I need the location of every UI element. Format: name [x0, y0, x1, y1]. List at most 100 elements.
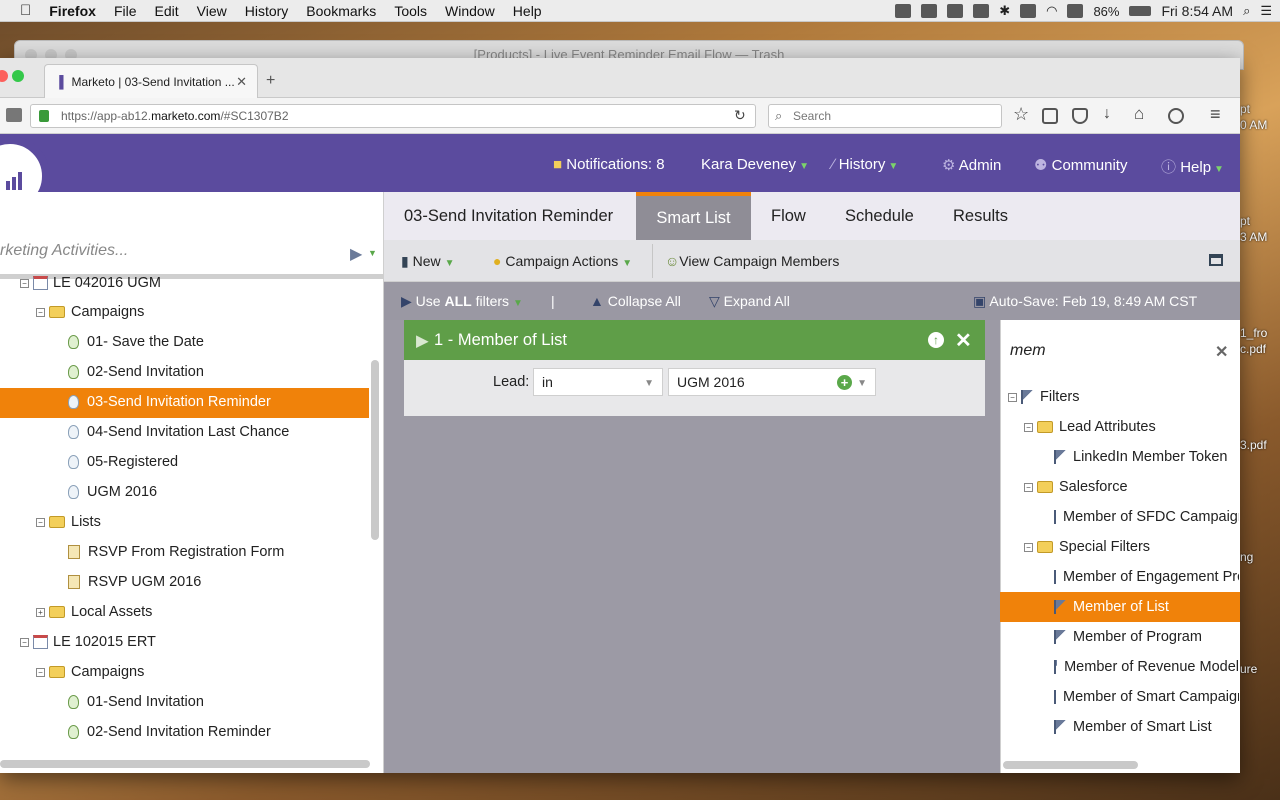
tree-item[interactable]: 01- Save the Date	[66, 327, 204, 357]
menu-help[interactable]: Help	[504, 3, 551, 19]
tree-item[interactable]: 02-Send Invitation	[66, 357, 204, 387]
palette-item[interactable]: Member of Smart Campaign	[1000, 682, 1239, 712]
wifi-icon[interactable]: ◠	[1046, 3, 1057, 19]
menu-tools[interactable]: Tools	[385, 3, 436, 19]
new-button[interactable]: ▮ New ▼	[401, 253, 455, 270]
close-tab-icon[interactable]: ✕	[236, 74, 247, 90]
battery-icon[interactable]	[1129, 6, 1152, 16]
tab-flow[interactable]: Flow	[751, 192, 826, 240]
menu-edit[interactable]: Edit	[146, 3, 188, 19]
menu-window[interactable]: Window	[436, 3, 504, 19]
zoom-window-button[interactable]	[12, 70, 24, 82]
palette-item[interactable]: Member of Revenue Model	[1000, 652, 1239, 682]
airplay-icon[interactable]	[973, 4, 990, 18]
collapse-icon[interactable]: −	[1024, 482, 1033, 492]
sidebar-horizontal-scrollbar[interactable]	[0, 760, 370, 768]
search-input[interactable]: ⌕ Search	[768, 104, 1002, 128]
pocket-icon[interactable]	[1072, 108, 1088, 124]
user-menu[interactable]: Kara Deveney ▼	[701, 156, 809, 173]
palette-item[interactable]: − Salesforce	[1000, 472, 1239, 502]
tree-item[interactable]: − LE 042016 UGM	[20, 268, 161, 298]
keyboard-icon[interactable]	[1067, 4, 1084, 18]
tree-item[interactable]: RSVP UGM 2016	[66, 567, 201, 597]
view-campaign-members-button[interactable]: ☺View Campaign Members	[665, 253, 839, 269]
palette-item[interactable]: LinkedIn Member Token	[1000, 442, 1239, 472]
tab-schedule[interactable]: Schedule	[825, 192, 934, 240]
filter-card-header[interactable]: ▶ 1 - Member of List	[404, 320, 985, 360]
close-filter-icon[interactable]: ✕	[955, 328, 972, 353]
tree-item[interactable]: 04-Send Invitation Last Chance	[66, 417, 289, 447]
bluetooth-icon[interactable]: ✱	[999, 3, 1010, 19]
tree-item[interactable]: 02-Send Invitation Reminder	[66, 717, 271, 747]
clear-search-icon[interactable]: ✕	[1215, 342, 1228, 362]
palette-item[interactable]: − Lead Attributes	[1000, 412, 1239, 442]
tree-item[interactable]: + Local Assets	[36, 597, 152, 627]
expand-all-button[interactable]: ▽ Expand All	[709, 293, 790, 310]
reader-icon[interactable]	[947, 4, 964, 18]
filter-icon[interactable]: ▶	[350, 244, 362, 264]
menu-history[interactable]: History	[236, 3, 298, 19]
collapse-icon[interactable]: −	[1008, 392, 1017, 402]
tab-smart-list[interactable]: Smart List	[636, 192, 751, 240]
maximize-icon[interactable]	[1209, 254, 1223, 266]
memory-icon[interactable]	[1020, 4, 1037, 18]
notification-center-icon[interactable]: ☰	[1260, 3, 1272, 19]
reading-list-icon[interactable]	[1042, 108, 1058, 124]
collapse-icon[interactable]: −	[36, 307, 45, 317]
tree-item[interactable]: − Lists	[36, 507, 101, 537]
palette-item[interactable]: Member of Smart List	[1000, 712, 1239, 742]
collapse-icon[interactable]: −	[1024, 422, 1033, 432]
creative-cloud-icon[interactable]	[921, 4, 938, 18]
menu-file[interactable]: File	[105, 3, 146, 19]
chat-icon[interactable]	[1168, 108, 1184, 124]
collapse-icon[interactable]: −	[20, 278, 29, 288]
use-all-filters-menu[interactable]: ▶ Use ALL filters ▼	[401, 293, 523, 310]
tree-item[interactable]: − Campaigns	[36, 297, 144, 327]
url-bar[interactable]: https://app-ab12. marketo.com/#SC1307B2	[30, 104, 756, 128]
battery-percent[interactable]: 86%	[1093, 4, 1119, 19]
tree-item[interactable]: − Campaigns	[36, 657, 144, 687]
sidebar-toggle-icon[interactable]	[6, 108, 22, 122]
add-value-icon[interactable]: +	[837, 375, 852, 390]
admin-link[interactable]: ⚙ Admin	[942, 156, 1001, 174]
collapse-all-button[interactable]: ▲ Collapse All	[590, 293, 681, 309]
apple-icon[interactable]: 	[0, 2, 40, 19]
collapse-icon[interactable]: −	[36, 667, 45, 677]
spotlight-icon[interactable]: ⌕	[1243, 3, 1250, 19]
browser-tab[interactable]: ▐ Marketo | 03-Send Invitation ... ✕	[44, 64, 258, 98]
menu-bookmarks[interactable]: Bookmarks	[297, 3, 385, 19]
palette-item-selected[interactable]: Member of List	[1000, 592, 1239, 622]
expand-icon[interactable]: +	[36, 607, 45, 617]
palette-search-input[interactable]: mem	[1010, 342, 1046, 360]
menu-app-name[interactable]: Firefox	[40, 3, 105, 19]
clock[interactable]: Fri 8:54 AM	[1161, 3, 1233, 19]
palette-item[interactable]: Member of Program	[1000, 622, 1239, 652]
palette-item[interactable]: Member of SFDC Campaign	[1000, 502, 1239, 532]
bookmark-star-icon[interactable]: ☆	[1013, 104, 1029, 125]
download-icon[interactable]: ↓	[1103, 105, 1111, 123]
operator-select[interactable]: in ▼	[533, 368, 663, 396]
collapse-icon[interactable]: −	[36, 517, 45, 527]
tree-item[interactable]: 01-Send Invitation	[66, 687, 204, 717]
chevron-down-icon[interactable]: ▼	[368, 248, 377, 258]
move-up-icon[interactable]: ↑	[928, 332, 944, 348]
reload-icon[interactable]: ↻	[734, 107, 746, 124]
tree-item[interactable]: 05-Registered	[66, 447, 178, 477]
menu-view[interactable]: View	[188, 3, 236, 19]
tree-item-selected[interactable]: 03-Send Invitation Reminder	[66, 387, 271, 417]
lock-icon[interactable]	[39, 110, 49, 122]
history-menu[interactable]: ∕ History ▼	[832, 156, 898, 173]
tree-item[interactable]: RSVP From Registration Form	[66, 537, 284, 567]
close-window-button[interactable]	[0, 70, 8, 82]
palette-item[interactable]: Member of Engagement Program	[1000, 562, 1239, 592]
palette-horizontal-scrollbar[interactable]	[1003, 761, 1138, 769]
home-icon[interactable]: ⌂	[1134, 104, 1144, 124]
palette-item[interactable]: − Filters	[1000, 382, 1239, 412]
help-menu[interactable]: ⓘ Help ▼	[1161, 156, 1224, 177]
sidebar-vertical-scrollbar[interactable]	[371, 360, 379, 540]
collapse-icon[interactable]: −	[1024, 542, 1033, 552]
menu-icon[interactable]: ≡	[1210, 104, 1221, 125]
tab-results[interactable]: Results	[933, 192, 1028, 240]
tree-item[interactable]: UGM 2016	[66, 477, 157, 507]
new-tab-button[interactable]: +	[266, 72, 275, 90]
